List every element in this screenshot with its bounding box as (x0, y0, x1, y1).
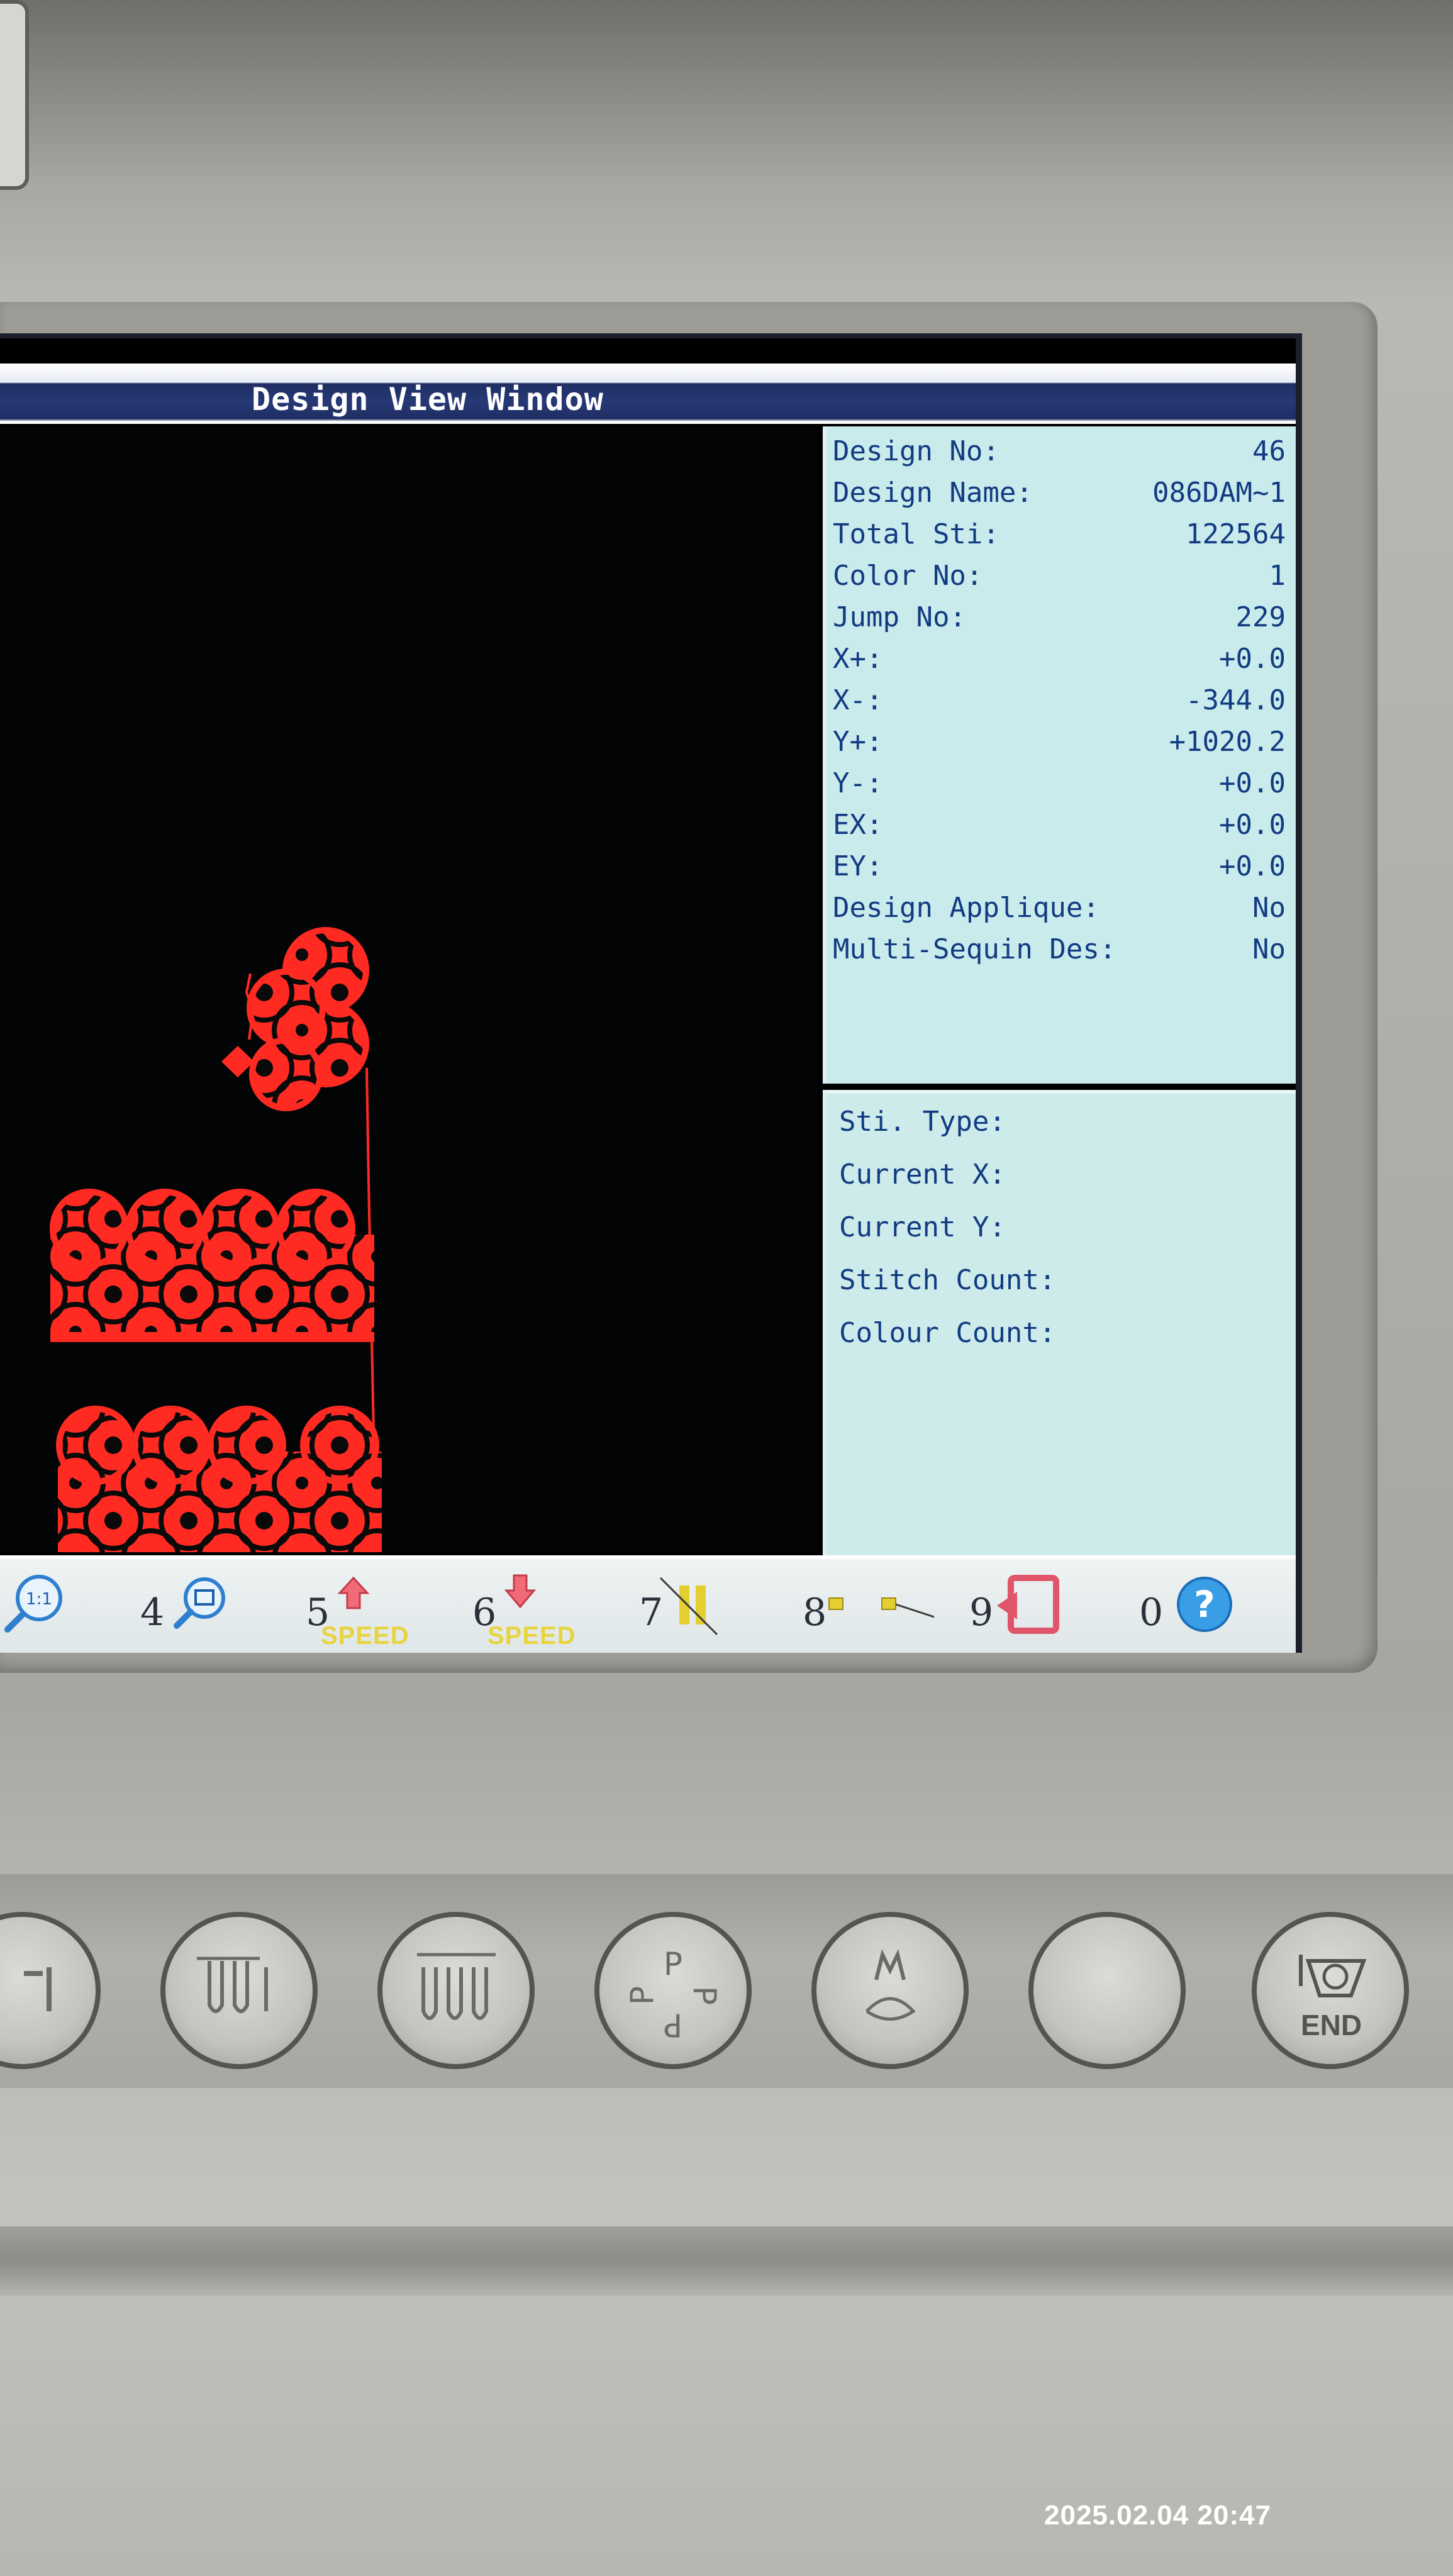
fkey-frame-move[interactable]: 8 (799, 1559, 937, 1653)
design-info-panel: Design No: 46 Design Name: 086DAM~1 Total … (823, 426, 1296, 1084)
svg-text:P: P (624, 1986, 660, 2005)
return-icon (997, 1575, 1059, 1634)
info-row-y-plus: Y+: +1020.2 (833, 723, 1286, 761)
hw-button-p-rotation[interactable]: P P P P (594, 1912, 752, 2069)
info-label: Y+: (833, 726, 883, 758)
title-bar: Design View Window (0, 364, 1296, 424)
info-value: +0.0 (1219, 767, 1286, 799)
info-label: Total Sti: (833, 518, 999, 550)
info-label: EX: (833, 809, 883, 841)
hw-button-menu[interactable] (811, 1912, 969, 2069)
info-value: +1020.2 (1169, 726, 1286, 758)
info-row-multi-sequin: Multi-Sequin Des: No (833, 931, 1286, 969)
info-value: 086DAM~1 (1152, 477, 1286, 509)
info-row-ex: EX: +0.0 (833, 806, 1286, 844)
svg-text:1:1: 1:1 (26, 1590, 52, 1609)
info-value: 46 (1252, 435, 1286, 467)
info-row-y-minus: Y-: +0.0 (833, 765, 1286, 802)
info-label: Design Applique: (833, 892, 1099, 924)
info-row-jump-no: Jump No: 229 (833, 599, 1286, 636)
help-icon: ? (1177, 1577, 1232, 1632)
menu-m-icon (866, 1949, 916, 2021)
info-value: No (1252, 892, 1286, 924)
speed-caption: SPEED (487, 1622, 576, 1650)
arrow-down-icon (504, 1574, 537, 1609)
housing-notch (0, 0, 29, 190)
embroidery-motif-top (221, 927, 369, 1111)
status-stitch-count: Stitch Count: (839, 1264, 1056, 1296)
frame-move-icon (828, 1597, 935, 1618)
info-label: X-: (833, 684, 883, 716)
hw-button-needle-select[interactable] (160, 1912, 318, 2069)
info-row-x-minus: X-: -344.0 (833, 682, 1286, 719)
zoom-1to1-icon: 1:1 (4, 1575, 62, 1633)
svg-text:P: P (664, 1946, 682, 1982)
status-current-x: Current X: (839, 1158, 1006, 1191)
info-label: Jump No: (833, 601, 966, 633)
fkey-return[interactable]: 9 (966, 1559, 1079, 1653)
blank-icon (1033, 1917, 1181, 2064)
window-title: Design View Window (252, 381, 604, 418)
info-row-ey: EY: +0.0 (833, 848, 1286, 886)
info-row-design-name: Design Name: 086DAM~1 (833, 474, 1286, 512)
info-label: EY: (833, 850, 883, 882)
embroidery-preview (50, 927, 382, 1552)
info-label: X+: (833, 643, 883, 675)
p-rotation-icon: P P P P (624, 1946, 723, 2043)
hw-button-left[interactable] (0, 1912, 101, 2069)
info-value: +0.0 (1219, 809, 1286, 841)
fkey-help[interactable]: 0 ? (1135, 1559, 1249, 1653)
pause-icon (659, 1577, 718, 1636)
info-row-color-no: Color No: 1 (833, 557, 1286, 595)
fkey-pause[interactable]: 7 (635, 1559, 736, 1653)
function-key-bar: 1:1 4 5 SPEED 6 SPEED 7 8 9 0 ? (0, 1555, 1296, 1653)
fkey-zoom-fit[interactable]: 4 (135, 1559, 236, 1653)
three-needles-icon (417, 1953, 496, 2020)
info-label: Multi-Sequin Des: (833, 933, 1116, 965)
hw-button-blank[interactable] (1028, 1912, 1186, 2069)
status-colour-count: Colour Count: (839, 1317, 1056, 1349)
info-label: Design No: (833, 435, 999, 467)
status-current-y: Current Y: (839, 1211, 1006, 1243)
svg-text:?: ? (1194, 1583, 1215, 1626)
end-label: END (1301, 2009, 1362, 2041)
speed-caption: SPEED (321, 1622, 409, 1650)
info-label: Color No: (833, 560, 983, 592)
info-label: Design Name: (833, 477, 1033, 509)
info-label: Y-: (833, 767, 883, 799)
embroidery-band-bottom (56, 1406, 382, 1552)
arrow-up-icon (337, 1576, 370, 1609)
needle-select-icon (197, 1957, 268, 2013)
embroidery-band-middle (50, 1189, 374, 1342)
fkey-speed-down[interactable]: 6 SPEED (469, 1559, 588, 1653)
svg-text:P: P (664, 2007, 682, 2043)
info-row-applique: Design Applique: No (833, 889, 1286, 927)
info-value: 122564 (1186, 518, 1286, 550)
info-row-design-no: Design No: 46 (833, 433, 1286, 470)
photo-timestamp: 2025.02.04 20:47 (1044, 2500, 1271, 2531)
status-sti-type: Sti. Type: (839, 1106, 1006, 1138)
fkey-speed-up[interactable]: 5 SPEED (302, 1559, 421, 1653)
svg-text:P: P (686, 1986, 723, 2005)
info-value: 1 (1269, 560, 1286, 592)
info-row-x-plus: X+: +0.0 (833, 640, 1286, 678)
info-value: +0.0 (1219, 850, 1286, 882)
info-value: -344.0 (1186, 684, 1286, 716)
design-view-area[interactable] (0, 426, 818, 1552)
info-value: No (1252, 933, 1286, 965)
info-value: +0.0 (1219, 643, 1286, 675)
stitch-status-panel: Sti. Type: Current X: Current Y: Stitch … (823, 1090, 1296, 1556)
info-value: 229 (1235, 601, 1286, 633)
fkey-zoom-1to1[interactable]: 1:1 (0, 1559, 75, 1653)
hw-button-three-needles[interactable] (377, 1912, 535, 2069)
zoom-fit-icon (174, 1577, 225, 1629)
info-row-total-stitches: Total Sti: 122564 (833, 516, 1286, 553)
arrow-left-icon (24, 1967, 52, 2011)
hw-button-end[interactable]: END (1252, 1912, 1409, 2069)
housing-groove (0, 2226, 1453, 2296)
lcd-screen: Design View Window Design No: 46 Design … (0, 333, 1302, 1653)
